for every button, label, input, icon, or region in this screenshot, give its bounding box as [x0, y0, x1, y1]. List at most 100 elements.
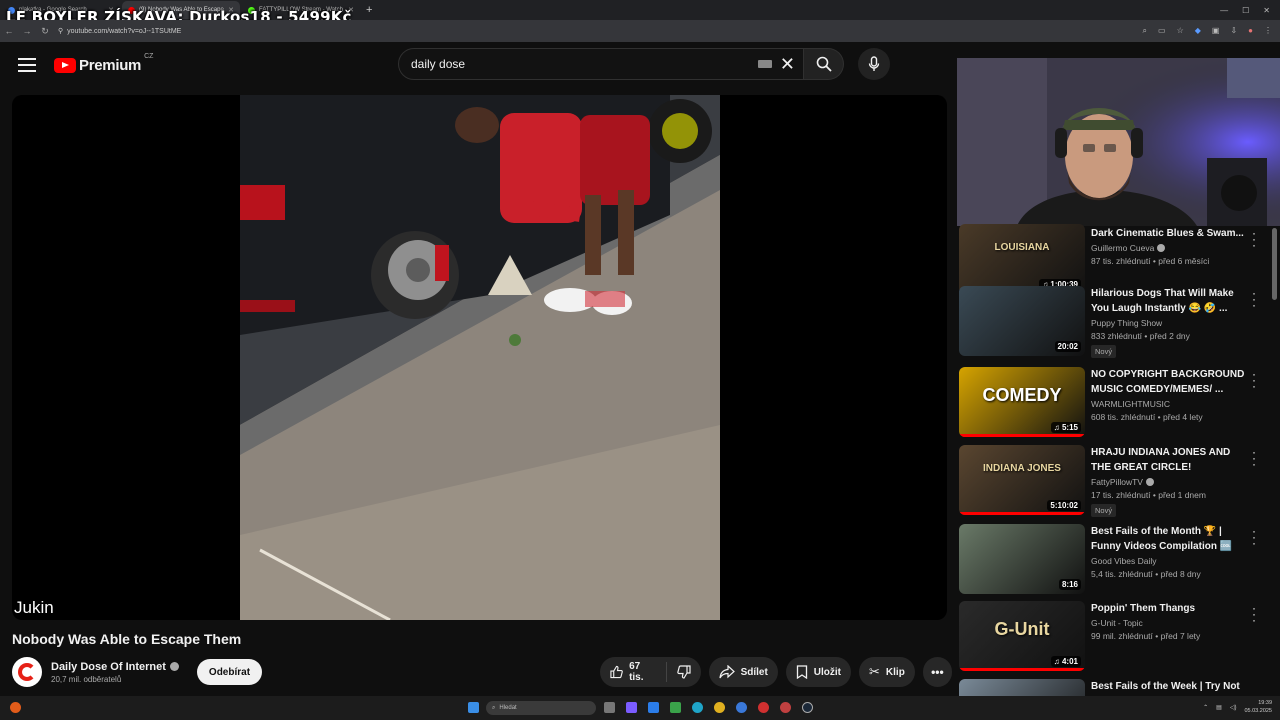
browser-menu-icon[interactable]: ⋮ — [1264, 26, 1272, 36]
zoom-icon[interactable]: ⌕ — [1143, 26, 1147, 36]
taskbar-app-icon-3[interactable] — [670, 702, 681, 713]
recommended-video-title[interactable]: HRAJU INDIANA JONES AND THE GREAT CIRCLE… — [1091, 445, 1251, 475]
subscribe-button[interactable]: Odebírat — [196, 659, 263, 685]
sidebar-scrollbar[interactable] — [1272, 228, 1277, 300]
youtube-premium-logo[interactable]: Premium CZ — [54, 53, 153, 74]
taskbar-app-icon-2[interactable] — [648, 702, 659, 713]
video-thumbnail[interactable]: LOUISIANA ♫ 1:00:39 — [959, 224, 1085, 294]
recommended-video-title[interactable]: Dark Cinematic Blues & Swam... — [1091, 226, 1251, 241]
site-info-icon[interactable]: ⚲ — [58, 27, 63, 35]
start-windows-icon[interactable] — [468, 702, 479, 713]
taskbar-app-icon-4[interactable] — [736, 702, 747, 713]
extension-icon[interactable]: ◆ — [1195, 26, 1201, 36]
more-vertical-icon[interactable]: · · · — [1249, 227, 1259, 251]
recommended-video-title[interactable]: Best Fails of the Week | Try Not — [1091, 679, 1251, 694]
channel-name[interactable]: Daily Dose Of Internet — [51, 661, 166, 673]
cast-icon[interactable]: ▭ — [1158, 26, 1166, 36]
video-thumbnail[interactable]: INDIANA JONES 5:10:02 — [959, 445, 1085, 515]
more-vertical-icon[interactable]: · · · — [1249, 368, 1259, 392]
new-tab-button[interactable]: + — [366, 4, 372, 16]
search-input[interactable]: daily dose ✕ — [398, 48, 804, 80]
more-vertical-icon[interactable]: · · · — [1249, 602, 1259, 626]
steam-icon[interactable] — [802, 702, 813, 713]
voice-search-button[interactable] — [858, 48, 890, 80]
taskbar-app-icon-5[interactable] — [758, 702, 769, 713]
more-vertical-icon[interactable]: · · · — [1249, 287, 1259, 311]
video-thumbnail[interactable]: G-Unit ♫ 4:01 — [959, 601, 1085, 671]
more-vertical-icon[interactable]: · · · — [1249, 446, 1259, 470]
recommended-channel[interactable]: Guillermo Cueva — [1091, 243, 1251, 253]
video-thumbnail[interactable]: 8:16 — [959, 524, 1085, 594]
volume-icon[interactable]: ◁) — [1230, 704, 1237, 711]
windows-taskbar: ⌕ Hledat ⌃ ▤ ◁) 19:39 05.03.2025 — [0, 696, 1280, 720]
share-button[interactable]: Sdílet — [708, 657, 778, 687]
duration-text: 8:16 — [1061, 580, 1078, 589]
clock[interactable]: 19:39 05.03.2025 — [1244, 699, 1272, 715]
video-frame[interactable] — [240, 95, 720, 620]
back-icon[interactable]: ← — [0, 26, 18, 36]
network-icon[interactable]: ▤ — [1216, 704, 1222, 711]
recommended-video-title[interactable]: NO COPYRIGHT BACKGROUND MUSIC COMEDY/MEM… — [1091, 367, 1251, 397]
thumbs-down-icon — [676, 665, 691, 679]
more-vertical-icon[interactable]: · · · — [1249, 525, 1259, 549]
recommended-video[interactable]: COMEDY ♫ 5:15 NO COPYRIGHT BACKGROUND MUSI… — [959, 367, 1270, 439]
hamburger-menu-icon[interactable] — [18, 58, 36, 72]
save-button[interactable]: Uložit — [785, 657, 852, 687]
share-arrow-icon — [718, 665, 735, 679]
channel-info: Daily Dose Of Internet 20,7 mil. odběrat… — [51, 661, 179, 684]
recommended-video-title[interactable]: Poppin' Them Thangs — [1091, 601, 1251, 616]
maximize-icon[interactable]: ☐ — [1242, 6, 1249, 15]
search-query: daily dose — [411, 57, 466, 71]
recommended-channel-name: FattyPillowTV — [1091, 477, 1143, 487]
chrome-browser-icon[interactable] — [714, 702, 725, 713]
youtube-header: Premium CZ daily dose ✕ — [0, 42, 950, 88]
recommended-video-info: Hilarious Dogs That Will Make You Laugh … — [1091, 286, 1251, 359]
recommended-video-title[interactable]: Best Fails of the Month 🏆 | Funny Videos… — [1091, 524, 1251, 554]
recommended-video[interactable]: 20:02 Hilarious Dogs That Will Make You L… — [959, 286, 1270, 358]
app-icon-left[interactable] — [10, 702, 21, 713]
like-button[interactable]: 67 tis. — [600, 661, 667, 683]
taskbar-app-icon-6[interactable] — [780, 702, 791, 713]
reload-icon[interactable]: ↻ — [36, 26, 54, 37]
recommended-video-meta: 17 tis. zhlédnutí • před 1 dnem — [1091, 490, 1206, 500]
recommended-channel[interactable]: WARMLIGHTMUSIC — [1091, 399, 1251, 409]
search-button[interactable] — [804, 48, 844, 80]
task-view-icon[interactable] — [604, 702, 615, 713]
recommended-video[interactable]: G-Unit ♫ 4:01 Poppin' Them Thangs G-Unit - … — [959, 601, 1270, 673]
minimize-icon[interactable]: — — [1220, 6, 1228, 15]
recommended-video-info: Best Fails of the Month 🏆 | Funny Videos… — [1091, 524, 1251, 579]
video-thumbnail[interactable]: COMEDY ♫ 5:15 — [959, 367, 1085, 437]
taskbar-search-field[interactable]: ⌕ Hledat — [486, 701, 596, 715]
bookmark-star-icon[interactable]: ☆ — [1177, 26, 1184, 36]
forward-icon[interactable]: → — [18, 26, 36, 36]
save-label: Uložit — [813, 666, 842, 678]
edge-browser-icon[interactable] — [692, 702, 703, 713]
recommended-video[interactable]: INDIANA JONES 5:10:02 HRAJU INDIANA JONES … — [959, 445, 1270, 517]
recommended-channel[interactable]: FattyPillowTV — [1091, 477, 1251, 487]
recommended-video[interactable]: 8:16 Best Fails of the Month 🏆 | Funny Vi… — [959, 524, 1270, 596]
recommended-channel[interactable]: Puppy Thing Show — [1091, 318, 1251, 328]
more-actions-button[interactable]: ••• — [922, 657, 952, 687]
taskbar-app-icon-1[interactable] — [626, 702, 637, 713]
video-player[interactable]: Jukin — [12, 95, 947, 620]
extensions-puzzle-icon[interactable]: ▣ — [1212, 26, 1220, 36]
video-thumbnail[interactable]: 20:02 — [959, 286, 1085, 356]
recommended-video-title[interactable]: Hilarious Dogs That Will Make You Laugh … — [1091, 286, 1251, 316]
close-window-icon[interactable]: ✕ — [1263, 6, 1270, 15]
region-code: CZ — [144, 52, 154, 60]
clip-button[interactable]: ✂ Klip — [859, 657, 915, 687]
tray-chevron-icon[interactable]: ⌃ — [1203, 704, 1208, 711]
recommended-channel[interactable]: Good Vibes Daily — [1091, 556, 1251, 566]
clear-search-icon[interactable]: ✕ — [780, 55, 795, 73]
profile-icon[interactable]: ● — [1248, 26, 1253, 36]
keyboard-icon[interactable] — [757, 60, 772, 68]
url-field[interactable]: ⚲ youtube.com/watch?v=oJ--1TSUtME — [58, 27, 181, 36]
downloads-icon[interactable]: ⇩ — [1230, 26, 1237, 36]
dislike-button[interactable] — [667, 665, 701, 679]
video-watermark: Jukin — [14, 598, 54, 617]
duration-badge: ♫ 4:01 — [1050, 656, 1081, 667]
channel-avatar[interactable] — [12, 657, 42, 687]
duration-badge: ♫ 5:15 — [1050, 422, 1081, 433]
thumbs-up-icon — [610, 665, 623, 679]
recommended-channel[interactable]: G-Unit - Topic — [1091, 618, 1251, 628]
